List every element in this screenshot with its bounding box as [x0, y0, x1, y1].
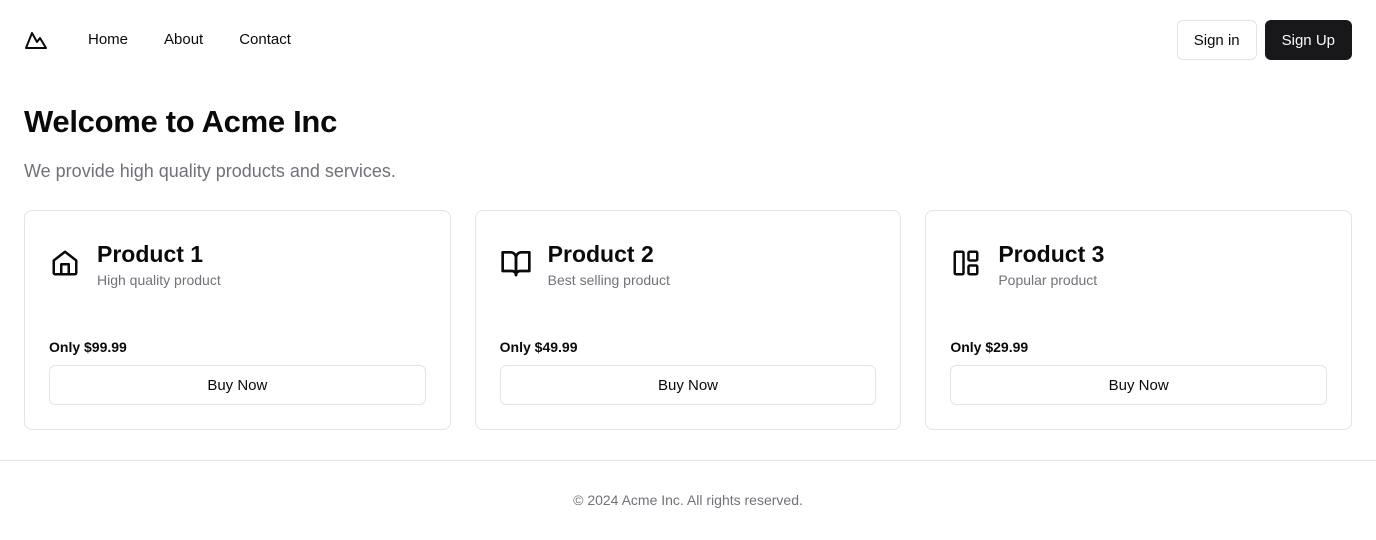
auth-buttons: Sign in Sign Up: [1176, 20, 1352, 60]
page-title: Welcome to Acme Inc: [24, 104, 338, 139]
site-header: Home About Contact Sign in Sign Up: [0, 0, 1376, 80]
main-nav: Home About Contact: [88, 30, 327, 50]
buy-now-button[interactable]: Buy Now: [950, 365, 1328, 405]
product-subtitle: Popular product: [998, 272, 1098, 288]
product-card: Product 3 Popular product Only $29.99 Bu…: [925, 210, 1353, 430]
product-title: Product 2: [547, 241, 654, 267]
product-card-text: Product 1 High quality product: [97, 235, 221, 289]
nav-link-home[interactable]: Home: [88, 30, 128, 50]
nav-link-contact[interactable]: Contact: [239, 30, 291, 50]
nav-link-about[interactable]: About: [164, 30, 203, 50]
product-cards: Product 1 High quality product Only $99.…: [0, 210, 1376, 430]
product-card: Product 1 High quality product Only $99.…: [24, 210, 451, 430]
product-subtitle: Best selling product: [547, 272, 670, 288]
buy-now-button[interactable]: Buy Now: [499, 365, 877, 405]
footer-divider: [0, 460, 1376, 461]
buy-now-button[interactable]: Buy Now: [49, 365, 426, 405]
product-price: Only $49.99: [499, 339, 578, 355]
mountain-icon[interactable]: [24, 28, 48, 52]
page-subtitle: We provide high quality products and ser…: [24, 161, 396, 181]
product-card-text: Product 3 Popular product: [998, 235, 1104, 289]
home-icon: [49, 247, 81, 279]
product-card-text: Product 2 Best selling product: [548, 235, 670, 289]
product-card-header: Product 3 Popular product: [950, 235, 1327, 289]
product-subtitle: High quality product: [97, 272, 221, 288]
layout-icon: [950, 247, 982, 279]
footer-copyright: © 2024 Acme Inc. All rights reserved.: [573, 492, 803, 508]
sign-in-button[interactable]: Sign in: [1176, 20, 1257, 60]
product-card-header: Product 1 High quality product: [49, 235, 426, 289]
sign-up-button[interactable]: Sign Up: [1264, 20, 1352, 60]
book-open-icon: [500, 247, 532, 279]
product-card: Product 2 Best selling product Only $49.…: [474, 210, 902, 430]
product-title: Product 3: [998, 241, 1105, 267]
product-price: Only $29.99: [950, 339, 1029, 355]
product-card-header: Product 2 Best selling product: [500, 235, 877, 289]
product-title: Product 1: [97, 241, 204, 267]
product-price: Only $99.99: [49, 339, 127, 355]
hero-section: Welcome to Acme Inc We provide high qual…: [0, 102, 1376, 184]
